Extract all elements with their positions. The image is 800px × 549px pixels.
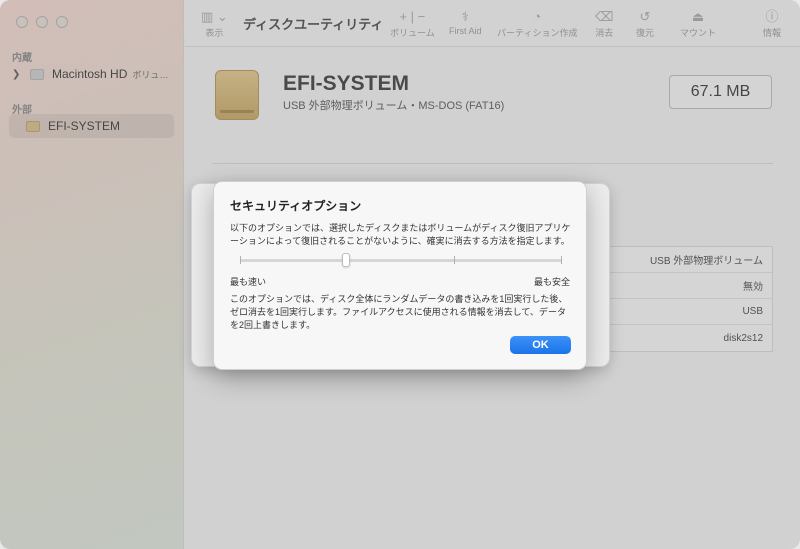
disk-utility-window: 内蔵 ❯ Macintosh HD ボリュ… 外部 EFI-SYSTEM ▥ ⌄… [0,0,800,549]
security-options-dialog: セキュリティオプション 以下のオプションでは、選択したディスクまたはボリュームが… [213,181,587,370]
slider-tick [454,256,456,264]
dialog-description: 以下のオプションでは、選択したディスクまたはボリュームがディスク復旧アプリケーシ… [230,223,571,246]
slider-track [240,259,562,262]
option-explanation: このオプションでは、ディスク全体にランダムデータの書き込みを1回実行した後、ゼロ… [230,294,568,330]
slider-max-label: 最も安全 [533,277,570,287]
slider-knob[interactable] [342,253,351,267]
slider-tick [561,256,563,264]
ok-button[interactable]: OK [510,336,571,354]
dialog-title: セキュリティオプション [230,199,362,213]
security-level-slider[interactable] [240,253,563,267]
slider-min-label: 最も速い [230,277,267,287]
slider-tick [240,256,241,264]
